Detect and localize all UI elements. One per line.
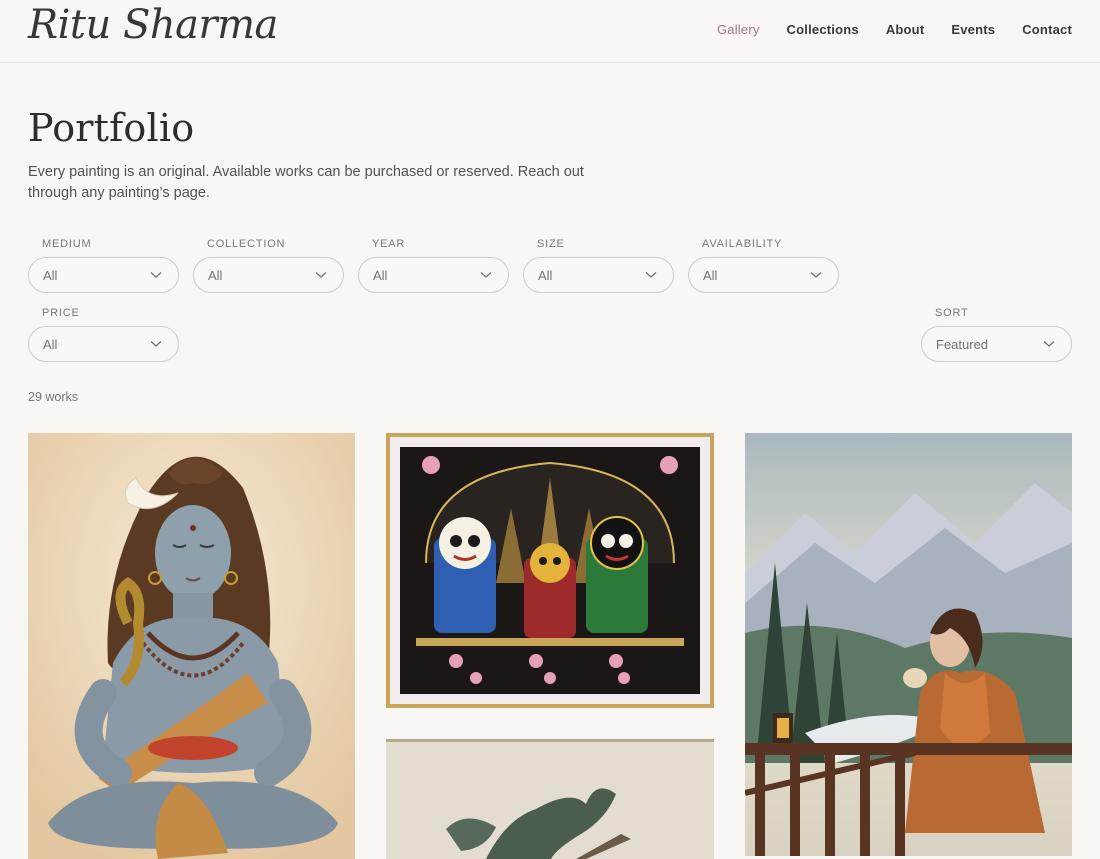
filter-label: COLLECTION bbox=[207, 238, 286, 250]
painting-card[interactable] bbox=[386, 739, 714, 859]
filter-label: MEDIUM bbox=[42, 238, 92, 250]
page-title: Portfolio bbox=[28, 106, 195, 150]
painting-image bbox=[745, 433, 1072, 856]
filter-availability: AVAILABILITY All bbox=[688, 238, 839, 293]
chevron-down-icon bbox=[1043, 341, 1055, 347]
filter-sort: SORT Featured bbox=[921, 307, 1072, 362]
site-header: Ritu Sharma Gallery Collections About Ev… bbox=[0, 0, 1100, 63]
size-select[interactable]: All bbox=[523, 257, 674, 293]
select-value: All bbox=[538, 267, 553, 283]
painting-card[interactable] bbox=[28, 433, 355, 859]
filter-label: AVAILABILITY bbox=[702, 238, 783, 250]
select-value: All bbox=[703, 267, 718, 283]
select-value: All bbox=[43, 267, 58, 283]
nav-about[interactable]: About bbox=[886, 22, 925, 37]
filter-label: YEAR bbox=[372, 238, 406, 250]
chevron-down-icon bbox=[810, 272, 822, 278]
chevron-down-icon bbox=[480, 272, 492, 278]
filter-price: PRICE All bbox=[28, 307, 179, 362]
availability-select[interactable]: All bbox=[688, 257, 839, 293]
select-value: All bbox=[208, 267, 223, 283]
filter-label: SORT bbox=[935, 307, 969, 319]
painting-card[interactable] bbox=[745, 433, 1072, 856]
filter-year: YEAR All bbox=[358, 238, 509, 293]
chevron-down-icon bbox=[645, 272, 657, 278]
nav-gallery[interactable]: Gallery bbox=[717, 22, 760, 37]
select-value: All bbox=[43, 336, 58, 352]
nav-contact[interactable]: Contact bbox=[1022, 22, 1072, 37]
painting-image bbox=[386, 739, 714, 859]
filter-size: SIZE All bbox=[523, 238, 674, 293]
nav-events[interactable]: Events bbox=[951, 22, 995, 37]
main-nav: Gallery Collections About Events Contact bbox=[717, 22, 1072, 37]
select-value: All bbox=[373, 267, 388, 283]
select-value: Featured bbox=[936, 336, 989, 352]
painting-card[interactable] bbox=[386, 433, 714, 708]
sort-select[interactable]: Featured bbox=[921, 326, 1072, 362]
nav-collections[interactable]: Collections bbox=[787, 22, 859, 37]
filter-collection: COLLECTION All bbox=[193, 238, 344, 293]
medium-select[interactable]: All bbox=[28, 257, 179, 293]
filter-medium: MEDIUM All bbox=[28, 238, 179, 293]
chevron-down-icon bbox=[150, 341, 162, 347]
filter-label: PRICE bbox=[42, 307, 80, 319]
site-logo[interactable]: Ritu Sharma bbox=[28, 0, 278, 50]
painting-image bbox=[386, 433, 714, 708]
chevron-down-icon bbox=[150, 272, 162, 278]
results-count: 29 works bbox=[28, 390, 79, 404]
price-select[interactable]: All bbox=[28, 326, 179, 362]
collection-select[interactable]: All bbox=[193, 257, 344, 293]
year-select[interactable]: All bbox=[358, 257, 509, 293]
painting-image bbox=[28, 433, 355, 859]
chevron-down-icon bbox=[315, 272, 327, 278]
page-intro: Every painting is an original. Available… bbox=[28, 164, 584, 201]
filter-label: SIZE bbox=[537, 238, 565, 250]
